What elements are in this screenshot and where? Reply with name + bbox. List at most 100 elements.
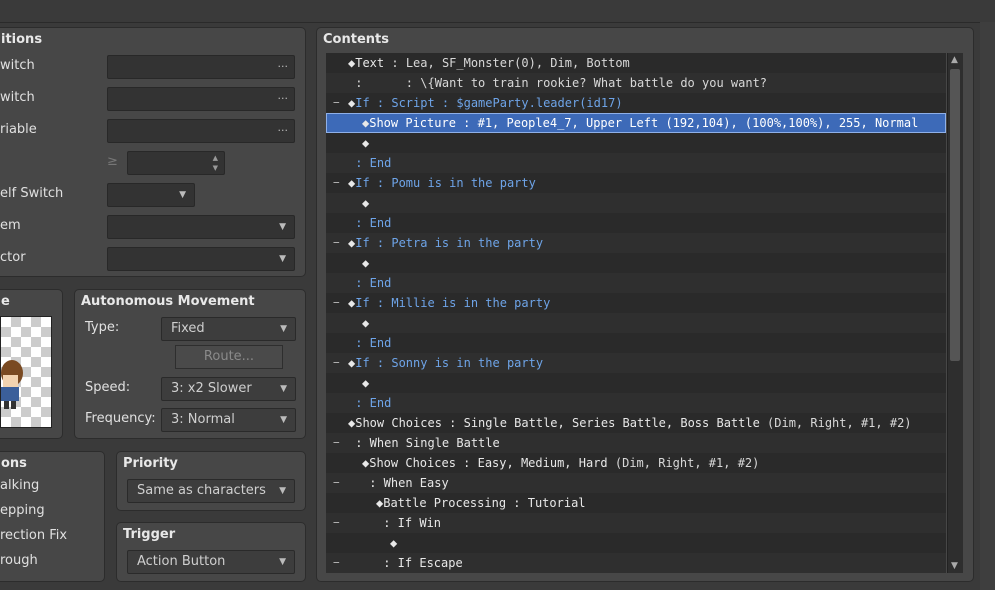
command-segment: (Dim, Right, #1, #2) [759,416,912,430]
event-command-row[interactable]: ◆Show Choices : Easy, Medium, Hard (Dim,… [326,453,946,473]
event-command-list[interactable]: ◆Text : Lea, SF_Monster(0), Dim, Bottom … [326,53,946,573]
right-edge [980,22,995,590]
command-segment: If : Sonny is in the party [355,356,544,370]
condition-select[interactable]: ▼ [107,247,295,271]
event-command-row[interactable]: − ◆If : Millie is in the party [326,293,946,313]
browse-ellipsis-icon[interactable]: ··· [278,120,289,142]
command-diamond-icon: ◆ [362,196,370,210]
option-checkbox-label[interactable]: rection Fix [0,528,67,543]
event-command-row[interactable]: − : If Escape [326,553,946,573]
chevron-down-icon: ▼ [279,557,286,567]
frequency-select[interactable]: 3: Normal ▼ [161,408,296,432]
scrollbar-thumb[interactable] [950,69,960,361]
command-text: ◆ [362,193,369,213]
event-command-row[interactable]: ◆ [326,253,946,273]
event-command-row[interactable]: : End [326,213,946,233]
command-segment: : End [348,396,392,410]
condition-browse-field[interactable]: ··· [107,119,295,143]
trigger-select[interactable]: Action Button ▼ [127,550,295,574]
character-sprite-icon [1,360,23,409]
route-button[interactable]: Route... [175,345,283,369]
browse-ellipsis-icon[interactable]: ··· [278,56,289,78]
command-segment: Show Choices : Single Battle, Series Bat… [355,416,760,430]
event-command-row[interactable]: − : If Win [326,513,946,533]
command-text: : End [348,393,391,413]
scroll-down-icon[interactable]: ▼ [951,561,958,571]
chevron-down-icon: ▼ [280,415,287,425]
event-command-row[interactable]: − ◆If : Pomu is in the party [326,173,946,193]
event-command-row[interactable]: − : When Single Battle [326,433,946,453]
command-text: : End [348,153,391,173]
event-command-row[interactable]: : End [326,273,946,293]
condition-number-input[interactable]: ▲ ▼ [127,151,225,175]
command-diamond-icon: ◆ [362,136,370,150]
option-checkbox-label[interactable]: rough [0,553,38,568]
frequency-value: 3: Normal [171,412,235,427]
collapse-icon[interactable]: − [333,433,340,453]
chevron-down-icon: ▼ [179,190,186,200]
spinner-icon[interactable]: ▲ ▼ [213,153,218,173]
command-text: : End [348,213,391,233]
greater-equal-icon: ≥ [107,154,118,169]
command-text: ◆ [390,533,397,553]
collapse-icon[interactable]: − [333,553,340,573]
event-command-row[interactable]: − ◆If : Script : $gameParty.leader(id17) [326,93,946,113]
command-text: : When Single Battle [348,433,500,453]
option-checkbox-label[interactable]: epping [0,503,45,518]
collapse-icon[interactable]: − [333,293,340,313]
command-text: ◆If : Millie is in the party [348,293,550,313]
collapse-icon[interactable]: − [333,233,340,253]
condition-select[interactable]: ▼ [107,215,295,239]
collapse-icon[interactable]: − [333,93,340,113]
command-text: ◆ [362,253,369,273]
browse-ellipsis-icon[interactable]: ··· [278,88,289,110]
command-segment: : End [348,336,392,350]
event-command-row[interactable]: ◆ [326,133,946,153]
event-command-row[interactable]: : End [326,333,946,353]
event-command-row[interactable]: ◆Battle Processing : Tutorial [326,493,946,513]
event-command-row[interactable]: ◆ [326,313,946,333]
chevron-down-icon: ▼ [280,384,287,394]
scroll-up-icon[interactable]: ▲ [951,55,958,65]
command-text: ◆ [362,133,369,153]
condition-label: witch [0,58,35,73]
event-command-row[interactable]: ◆ [326,533,946,553]
command-segment: If : Pomu is in the party [355,176,536,190]
condition-select[interactable]: ▼ [107,183,195,207]
collapse-icon[interactable]: − [333,353,340,373]
event-command-row[interactable]: − ◆If : Petra is in the party [326,233,946,253]
option-checkbox-label[interactable]: alking [0,478,39,493]
event-command-row[interactable]: : : \{Want to train rookie? What battle … [326,73,946,93]
character-image[interactable] [0,316,52,428]
condition-label: elf Switch [0,186,64,201]
event-command-row[interactable]: − : When Easy [326,473,946,493]
image-title: e [1,294,10,309]
collapse-icon[interactable]: − [333,473,340,493]
command-text: ◆Show Choices : Easy, Medium, Hard (Dim,… [362,453,759,473]
trigger-panel: Trigger Action Button ▼ [116,522,306,582]
priority-select[interactable]: Same as characters ▼ [127,479,295,503]
event-command-row[interactable]: ◆ [326,193,946,213]
command-segment: Show Picture : #1, People4_7, Upper Left… [369,116,919,130]
command-text: : If Escape [376,553,462,573]
event-command-row[interactable]: ◆Text : Lea, SF_Monster(0), Dim, Bottom [326,53,946,73]
type-select[interactable]: Fixed ▼ [161,317,296,341]
command-text: ◆Show Choices : Single Battle, Series Ba… [348,413,912,433]
chevron-down-icon: ▼ [279,222,286,232]
priority-value: Same as characters [137,483,266,498]
command-text: : When Easy [362,473,448,493]
event-command-row[interactable]: : End [326,393,946,413]
event-command-row[interactable]: − ◆If : Sonny is in the party [326,353,946,373]
event-command-row[interactable]: : End [326,153,946,173]
command-segment: If : Petra is in the party [355,236,544,250]
contents-scrollbar[interactable]: ▲ ▼ [947,53,963,573]
collapse-icon[interactable]: − [333,513,340,533]
condition-label: ctor [0,250,26,265]
condition-browse-field[interactable]: ··· [107,55,295,79]
condition-browse-field[interactable]: ··· [107,87,295,111]
collapse-icon[interactable]: − [333,173,340,193]
event-command-row[interactable]: ◆Show Picture : #1, People4_7, Upper Lef… [326,113,946,133]
event-command-row[interactable]: ◆Show Choices : Single Battle, Series Ba… [326,413,946,433]
speed-select[interactable]: 3: x2 Slower ▼ [161,377,296,401]
event-command-row[interactable]: ◆ [326,373,946,393]
